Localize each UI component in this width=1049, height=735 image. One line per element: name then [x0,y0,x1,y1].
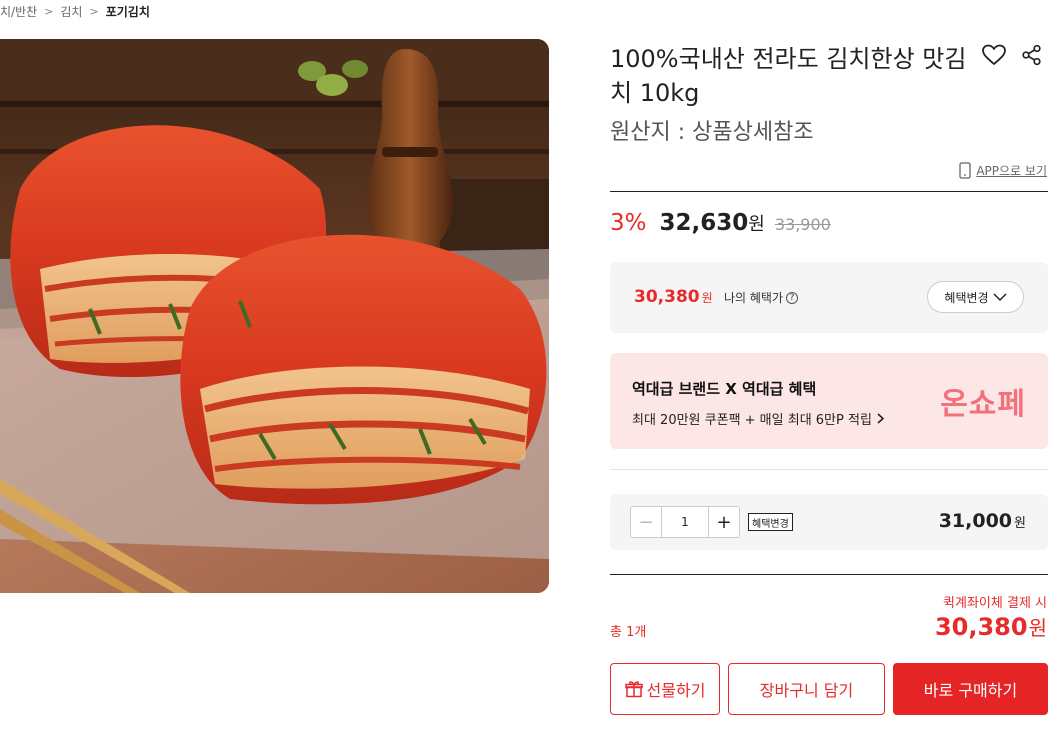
chevron-right-icon: > [89,4,99,18]
promo-logo: 온쇼페 [940,387,1026,422]
benefit-price: 30,380 원 [634,287,713,307]
chevron-down-icon [993,292,1007,301]
phone-icon [959,161,971,179]
promo-banner[interactable]: 역대급 브랜드 X 역대급 혜택 최대 20만원 쿠폰팩 + 매일 최대 6만P… [610,353,1048,449]
original-price: 33,900 [774,215,831,234]
currency-unit: 원 [748,214,765,235]
divider [610,191,1048,192]
promo-subtitle-text: 최대 20만원 쿠폰팩 + 매일 최대 6만P 적립 [632,413,872,428]
option-benefit-change-button[interactable]: 혜택변경 [748,513,793,531]
benefit-label: 나의 혜택가 ? [724,289,799,306]
sale-price: 32,630 [659,210,749,236]
promo-title: 역대급 브랜드 X 역대급 혜택 [632,380,817,398]
add-to-cart-button[interactable]: 장바구니 담기 [728,663,885,715]
product-title: 100%국내산 전라도 김치한상 맛김치 10kg [610,45,967,107]
gift-icon [624,681,643,698]
price-row: 3% 32,630 원 33,900 [610,210,831,246]
currency-unit: 원 [1014,516,1026,531]
gift-button[interactable]: 선물하기 [610,663,720,715]
benefit-change-label: 혜택변경 [944,290,989,305]
total-quantity: 총 1개 [610,625,647,640]
app-view-link[interactable]: APP으로 보기 [959,160,1047,180]
total-price: 30,380 원 [935,612,1047,641]
quantity-stepper: − + [630,506,740,538]
breadcrumb-current[interactable]: 포기김치 [106,3,150,20]
buy-now-button[interactable]: 바로 구매하기 [893,663,1048,715]
discount-rate: 3% [610,210,647,236]
quantity-decrease-button[interactable]: − [631,507,662,537]
option-price: 31,000 원 [939,510,1026,532]
app-view-label: APP으로 보기 [976,163,1047,178]
breadcrumb-item[interactable]: 김치 [60,3,82,20]
kimchi-photo [0,39,549,593]
divider [610,574,1048,575]
quick-pay-note: 퀵계좌이체 결제 시 [943,596,1047,611]
quantity-increase-button[interactable]: + [708,507,739,537]
option-panel: − + 혜택변경 31,000 원 [610,494,1048,550]
benefit-price-value: 30,380 [634,287,700,307]
benefit-change-button[interactable]: 혜택변경 [927,281,1024,313]
product-origin: 원산지 : 상품상세참조 [610,120,814,145]
product-image[interactable] [0,39,549,593]
chevron-right-icon [877,413,884,424]
share-icon[interactable] [1019,42,1045,68]
currency-unit: 원 [701,291,713,305]
benefit-label-text: 나의 혜택가 [724,291,784,305]
divider [610,469,1048,470]
currency-unit: 원 [1028,616,1047,640]
chevron-right-icon: > [44,4,54,18]
help-icon[interactable]: ? [786,291,799,304]
benefit-panel: 30,380 원 나의 혜택가 ? 혜택변경 [610,262,1048,333]
quantity-input[interactable] [662,507,708,537]
breadcrumb: 치/반찬 > 김치 > 포기김치 [0,2,150,20]
total-price-value: 30,380 [934,613,1028,641]
gift-button-label: 선물하기 [646,681,706,700]
promo-subtitle: 최대 20만원 쿠폰팩 + 매일 최대 6만P 적립 [632,409,884,428]
option-price-value: 31,000 [938,510,1013,532]
heart-icon[interactable] [981,42,1007,68]
breadcrumb-item[interactable]: 치/반찬 [0,3,37,20]
